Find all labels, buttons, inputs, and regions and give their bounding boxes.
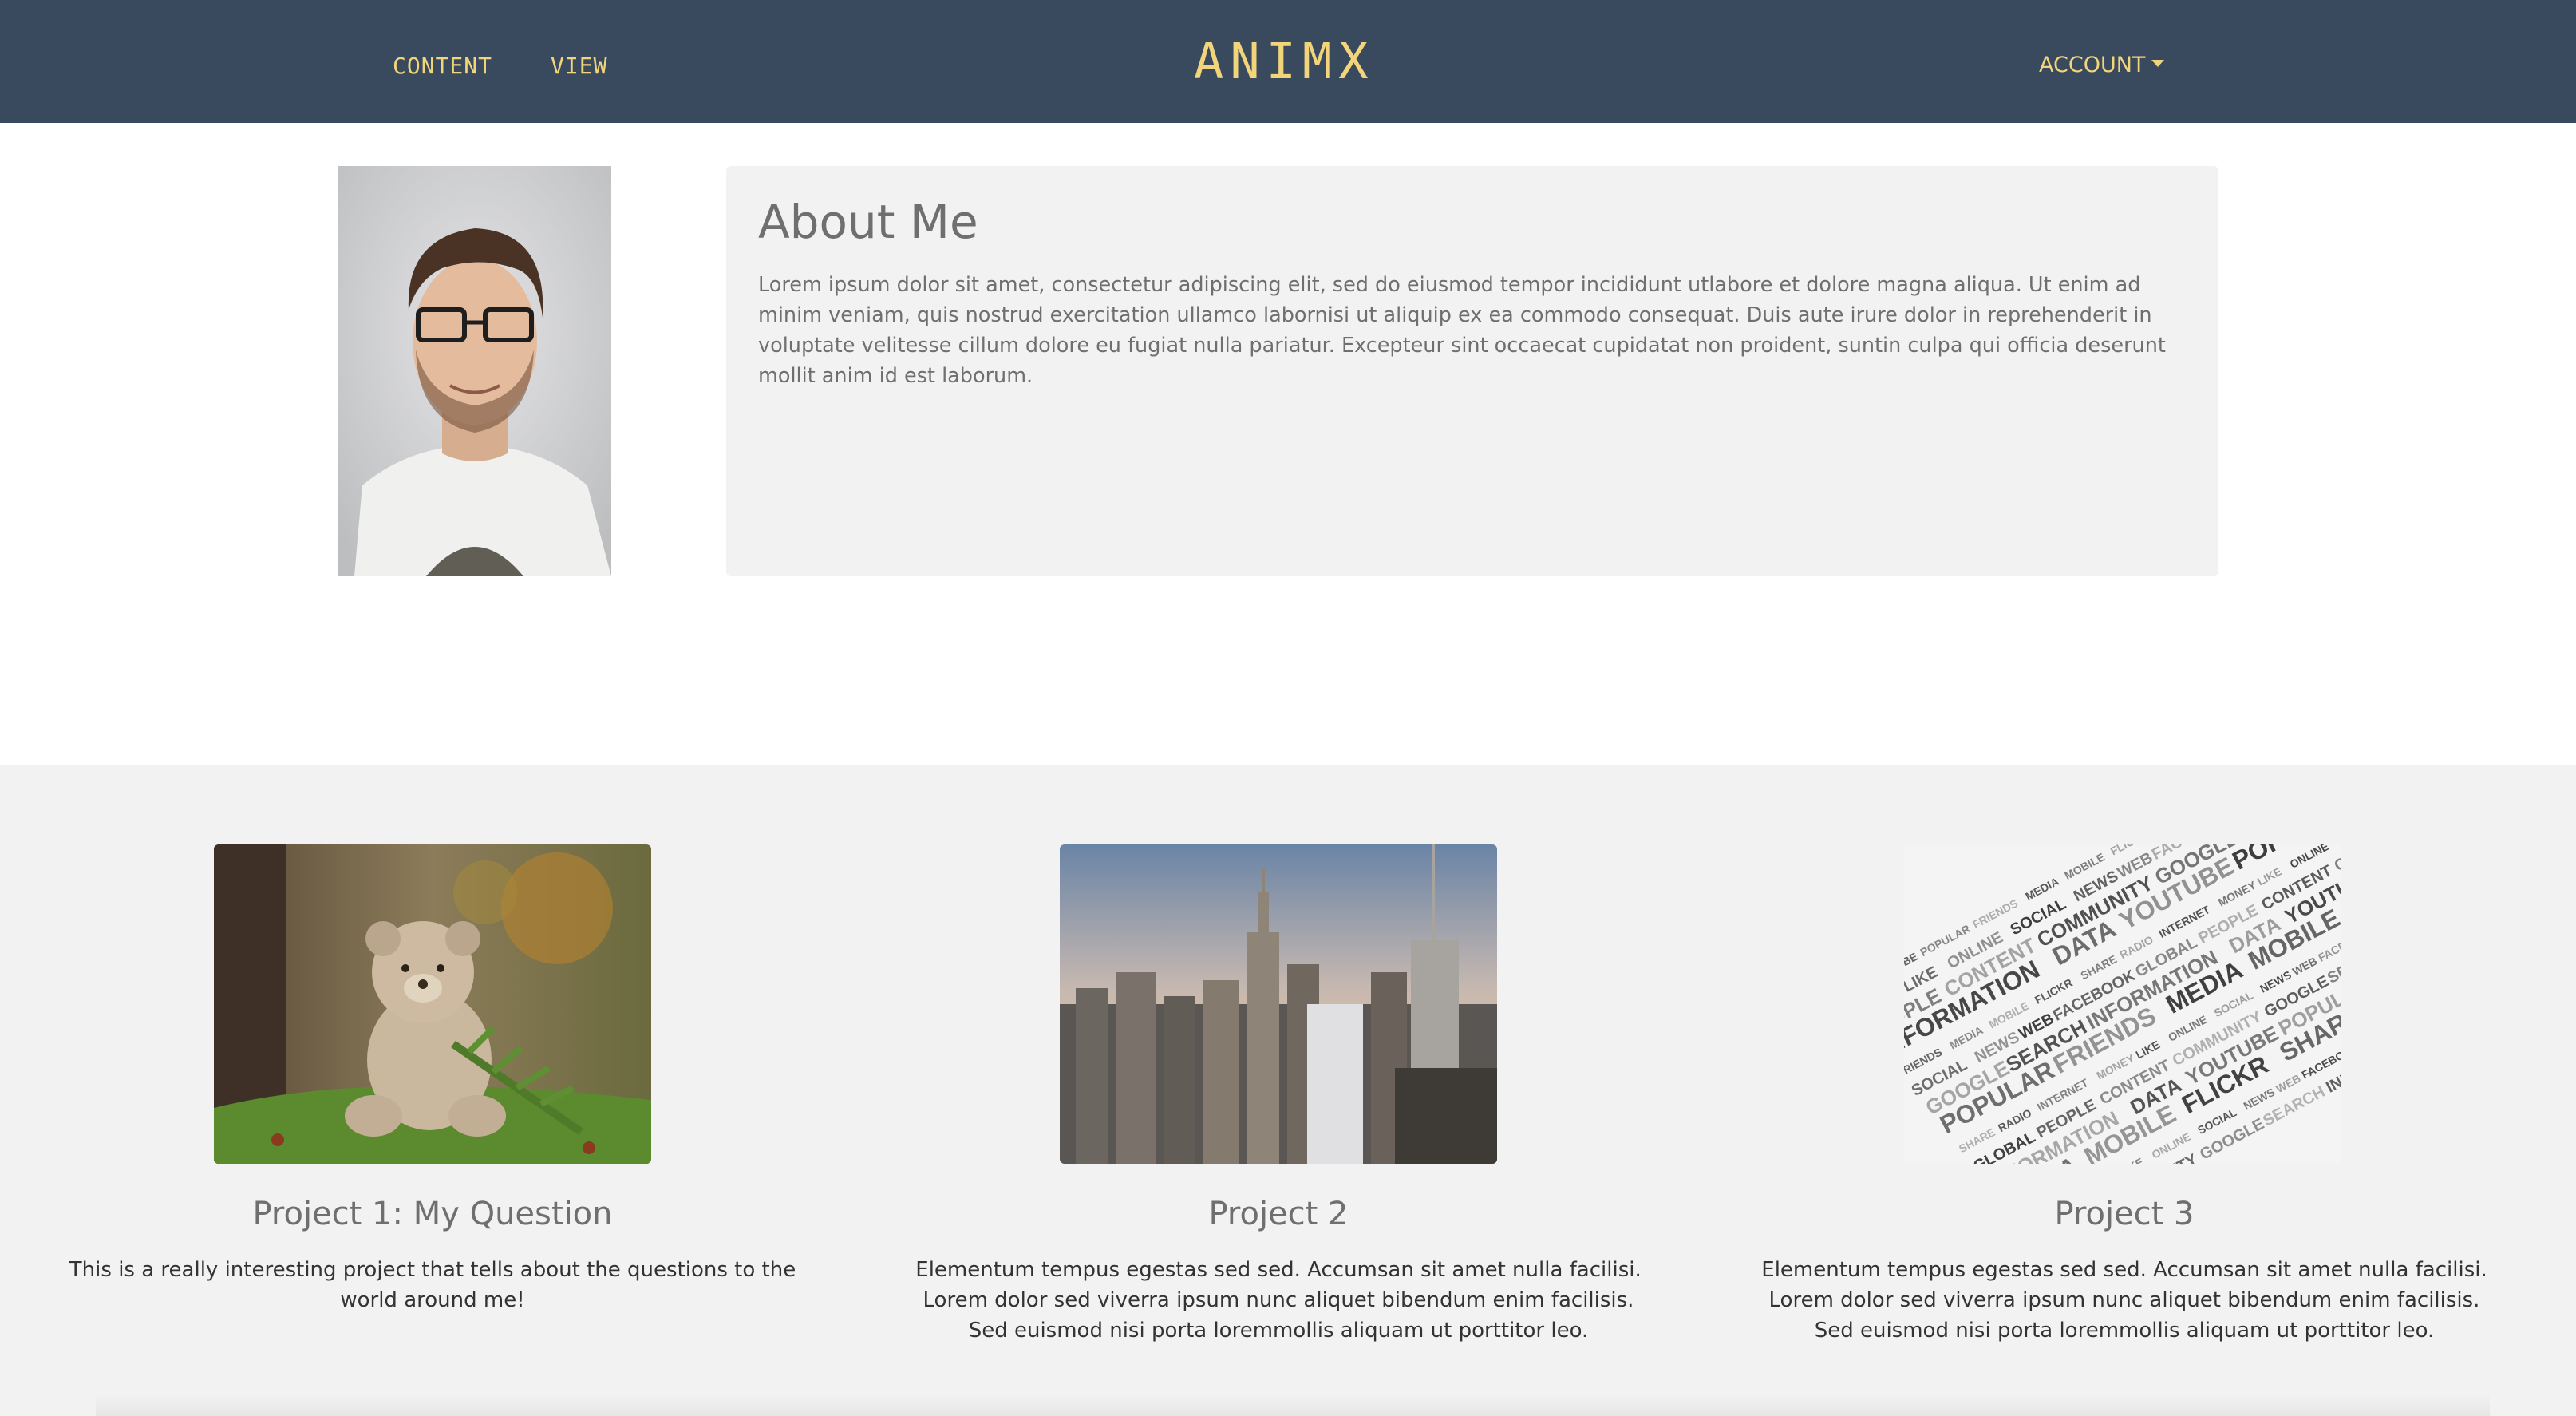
projects-section: Project 1: My Question This is a really …: [0, 765, 2576, 1416]
brand-logo[interactable]: ANIMX: [1194, 35, 1369, 88]
project-title: Project 1: My Question: [252, 1196, 613, 1232]
project-image-city-skyline[interactable]: [1060, 844, 1497, 1164]
top-navbar: CONTENT VIEW ANIMX ACCOUNT: [0, 0, 2576, 123]
caret-down-icon: [2151, 60, 2165, 67]
project-image-teddy-bear[interactable]: [214, 844, 651, 1164]
project-title: Project 3: [2054, 1196, 2195, 1232]
project-description: Elementum tempus egestas sed sed. Accums…: [915, 1258, 1642, 1343]
account-label: ACCOUNT: [2039, 53, 2146, 77]
about-card: About Me Lorem ipsum dolor sit amet, con…: [726, 166, 2218, 576]
account-dropdown[interactable]: ACCOUNT: [2039, 53, 2165, 77]
about-text: Lorem ipsum dolor sit amet, consectetur …: [758, 273, 2166, 388]
project-title: Project 2: [1208, 1196, 1349, 1232]
footer-shadow: [96, 1394, 2490, 1416]
project-description: Elementum tempus egestas sed sed. Accums…: [1761, 1258, 2487, 1343]
nav-link-view[interactable]: VIEW: [551, 53, 607, 79]
about-title: About Me: [758, 195, 978, 249]
profile-photo: [338, 166, 611, 576]
project-description: This is a really interesting project tha…: [69, 1258, 796, 1312]
project-image-word-cloud[interactable]: DATAYOUTUBEPOPULARFRIENDSMEDIAMOBILEFLIC…: [1904, 844, 2341, 1164]
nav-link-content[interactable]: CONTENT: [393, 53, 492, 79]
